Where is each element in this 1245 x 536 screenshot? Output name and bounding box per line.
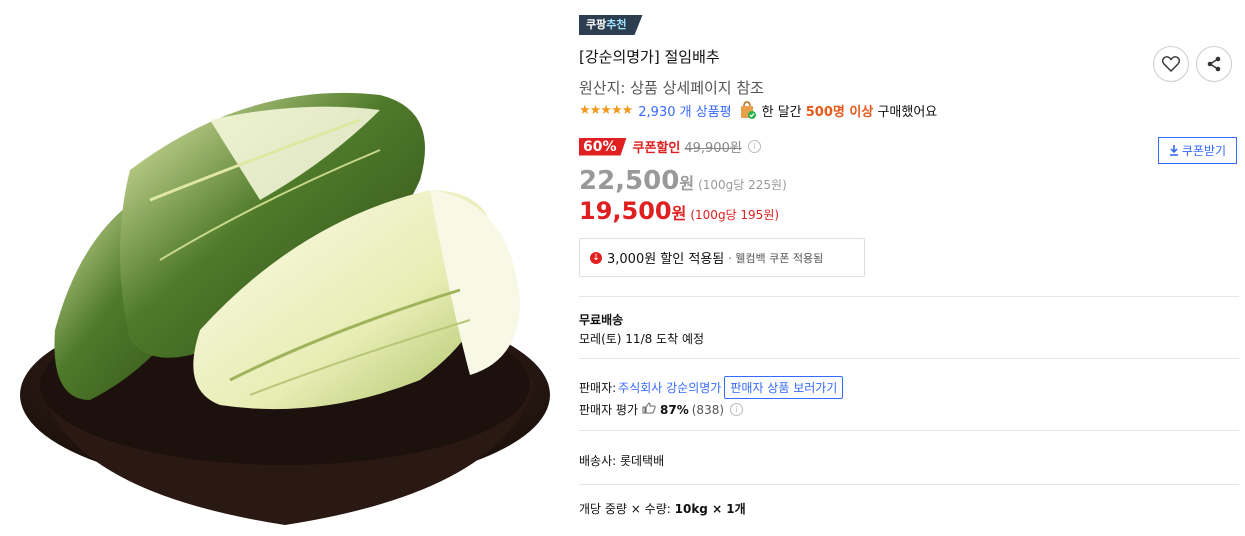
coupon-button-label: 쿠폰받기 xyxy=(1181,144,1227,158)
coupon-price-value: 19,500 xyxy=(579,197,672,225)
seller-rating-row: 판매자 평가 87% (838) i xyxy=(579,401,744,418)
sale-unit-price: (100g당 225원) xyxy=(698,178,787,192)
product-origin: 원산지: 상품 상세페이지 참조 xyxy=(579,79,764,97)
info-icon[interactable]: i xyxy=(730,403,744,416)
sale-price-won: 원 xyxy=(679,174,695,193)
coupon-unit-price: (100g당 195원) xyxy=(690,208,780,222)
divider xyxy=(579,358,1239,359)
info-icon[interactable]: i xyxy=(747,140,761,153)
purchase-prefix: 한 달간 xyxy=(761,104,802,120)
weight-quantity: 개당 중량 × 수량: 10kg × 1개 xyxy=(579,500,746,517)
coupon-download-button[interactable]: 쿠폰받기 xyxy=(1158,137,1237,164)
arrow-down-icon: ↓ xyxy=(590,251,602,264)
divider xyxy=(579,430,1239,431)
heart-icon xyxy=(1162,56,1180,72)
divider xyxy=(579,296,1239,297)
share-icon xyxy=(1207,56,1221,72)
free-shipping-label: 무료배송 xyxy=(579,313,624,327)
seller-rating-count: (838) xyxy=(691,402,725,417)
coupon-price-won: 원 xyxy=(671,204,687,223)
carrier-info: 배송사: 롯데택배 xyxy=(579,454,665,468)
divider xyxy=(579,484,1239,485)
seller-rating-label: 판매자 평가 xyxy=(579,403,639,417)
rating-row: ★★★★★ 2,930 개 상품평 한 달간 500명 이상 구매했어요 xyxy=(579,100,937,120)
share-button[interactable] xyxy=(1196,46,1232,82)
rating-stars: ★★★★★ xyxy=(579,102,633,118)
weight-label: 개당 중량 × 수량: xyxy=(579,502,671,516)
discount-percent: 60% xyxy=(579,138,627,156)
product-title: [강순의명가] 절임배추 xyxy=(579,48,720,66)
wishlist-button[interactable] xyxy=(1153,46,1189,82)
seller-rating-pct: 87% xyxy=(660,402,689,417)
weight-value: 10kg × 1개 xyxy=(674,502,746,516)
coupang-recommend-badge: 쿠팡추천 xyxy=(579,15,643,35)
delivery-date: 모레(토) 11/8 도착 예정 xyxy=(579,332,705,346)
coupon-price: 19,500원 (100g당 195원) xyxy=(579,197,779,225)
rating-count-link[interactable]: 2,930 개 상품평 xyxy=(638,101,731,120)
seller-name-link[interactable]: 주식회사 강순의명가 xyxy=(618,379,721,396)
badge-accent: 추천 xyxy=(606,18,627,31)
coupon-discount-label: 쿠폰할인 xyxy=(632,141,681,156)
shopping-bag-icon xyxy=(740,101,756,119)
seller-label: 판매자: xyxy=(579,381,617,395)
applied-discount-box[interactable]: ↓ 3,000원 할인 적용됨 · 웰컴백 쿠폰 적용됨 xyxy=(579,238,865,277)
discount-row: 60% 쿠폰할인 49,900원 i xyxy=(579,137,761,156)
applied-coupon-sub: · 웰컴백 쿠폰 적용됨 xyxy=(728,251,824,265)
download-icon xyxy=(1169,145,1178,156)
seller-products-button[interactable]: 판매자 상품 보러가기 xyxy=(724,376,844,399)
purchase-highlight: 500명 이상 xyxy=(805,104,874,120)
applied-discount-text: 3,000원 할인 적용됨 xyxy=(607,252,725,267)
purchase-suffix: 구매했어요 xyxy=(877,104,938,120)
seller-row: 판매자: 주식회사 강순의명가 판매자 상품 보러가기 xyxy=(579,376,844,399)
sale-price-value: 22,500 xyxy=(579,166,680,196)
thumbs-up-icon xyxy=(642,402,656,417)
original-price: 49,900원 xyxy=(684,141,742,156)
product-info: 쿠팡추천 [강순의명가] 절임배추 원산지: 상품 상세페이지 참조 ★★★★★… xyxy=(579,0,1239,532)
purchase-count-text: 한 달간 500명 이상 구매했어요 xyxy=(762,101,938,120)
product-image[interactable] xyxy=(0,0,570,532)
sale-price: 22,500원 (100g당 225원) xyxy=(579,166,787,196)
badge-prefix: 쿠팡 xyxy=(586,18,607,31)
